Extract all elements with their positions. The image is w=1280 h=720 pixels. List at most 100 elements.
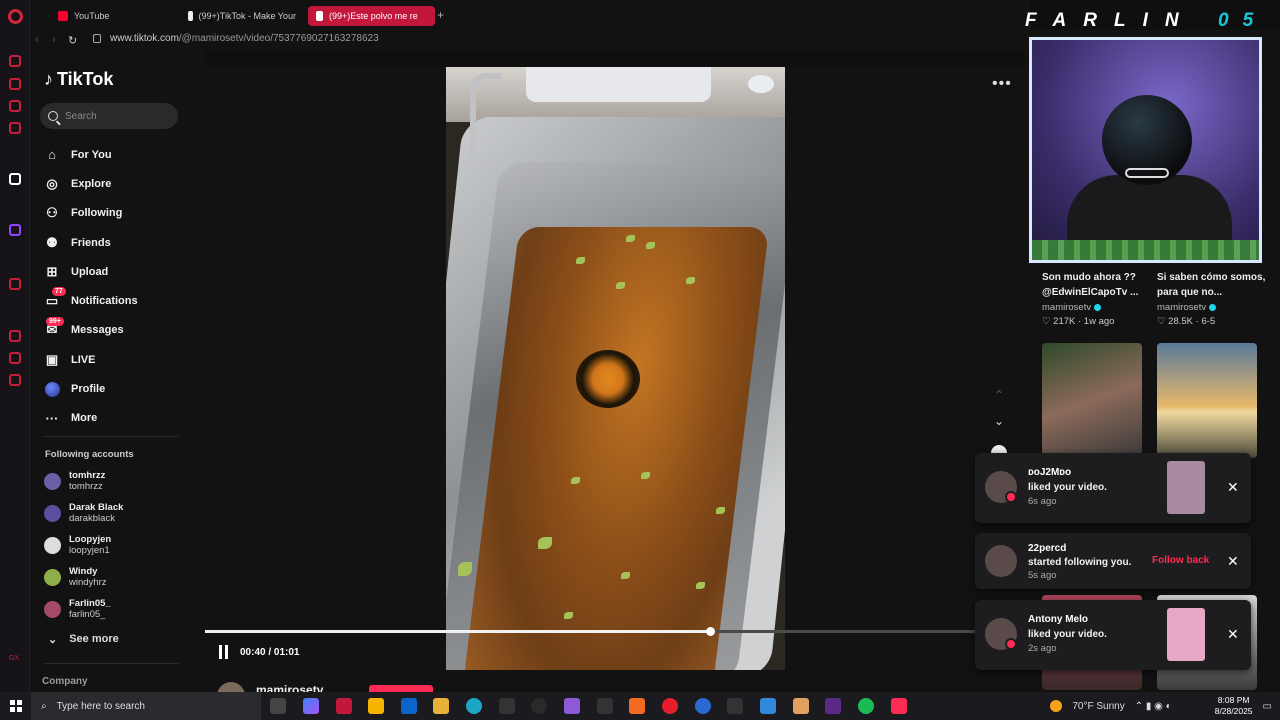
weather-text[interactable]: 70°F Sunny xyxy=(1072,701,1124,712)
recommended-video-card[interactable]: Son mudo ahora ?? @EdwinElCapoTv ... mam… xyxy=(1042,270,1152,327)
search-box[interactable] xyxy=(40,103,178,129)
messenger-icon[interactable] xyxy=(9,100,21,112)
follow-back-button[interactable]: Follow back xyxy=(1152,555,1209,566)
account-handle: darakblack xyxy=(69,513,115,524)
nav-live[interactable]: ▣ LIVE xyxy=(44,345,194,374)
tab-active-video[interactable]: (99+)Este polvo me re xyxy=(308,6,435,26)
photos-icon[interactable] xyxy=(760,698,776,714)
recommended-video-thumbnail[interactable] xyxy=(1157,343,1257,458)
nav-messages[interactable]: ✉ 99+ Messages xyxy=(44,316,194,345)
taskbar-search-placeholder: Type here to search xyxy=(56,700,145,712)
notification-center-icon[interactable]: ▭ xyxy=(1263,701,1272,712)
following-account[interactable]: Windy windyhrz xyxy=(44,566,107,588)
nav-for-you[interactable]: ⌂ For You xyxy=(44,140,194,169)
following-account[interactable]: Darak Black darakblack xyxy=(44,502,123,524)
nav-upload[interactable]: ⊞ Upload xyxy=(44,257,194,286)
task-view-icon[interactable] xyxy=(270,698,286,714)
nav-label: Following xyxy=(71,207,123,220)
notification-toast[interactable]: ᴅᴏJ2Mᴅᴏ liked your video. 6s ago ✕ xyxy=(975,453,1251,523)
nav-friends[interactable]: ⚉ Friends xyxy=(44,228,194,257)
windows-start-icon[interactable] xyxy=(10,700,22,712)
video-progress-bar[interactable] xyxy=(205,627,975,636)
recommended-video-thumbnail[interactable] xyxy=(1042,343,1142,458)
company-link[interactable]: Company xyxy=(42,676,88,687)
edge-icon[interactable] xyxy=(466,698,482,714)
account-handle: windyhrz xyxy=(69,577,107,588)
youtube-music-icon[interactable] xyxy=(662,698,678,714)
tab-youtube[interactable]: YouTube xyxy=(50,6,190,26)
nav-more[interactable]: ··· More xyxy=(44,404,194,433)
capcut-icon[interactable] xyxy=(499,698,515,714)
video-player[interactable] xyxy=(446,67,785,670)
nav-notifications[interactable]: ▭ 77 Notifications xyxy=(44,286,194,315)
browser-icon[interactable] xyxy=(695,698,711,714)
heart-icon xyxy=(1005,491,1017,503)
capcut-icon[interactable] xyxy=(727,698,743,714)
opera-logo-icon[interactable] xyxy=(8,9,23,24)
taskbar-search[interactable]: ⌕ Type here to search xyxy=(31,692,261,720)
following-account[interactable]: tomhrzz tomhrzz xyxy=(44,470,105,492)
player-icon[interactable] xyxy=(9,278,21,290)
avatar xyxy=(44,536,61,554)
opera-gx-taskbar-icon[interactable] xyxy=(336,698,352,714)
new-tab-button[interactable]: + xyxy=(437,8,444,22)
compass-icon: ◎ xyxy=(46,175,58,191)
spotify-icon[interactable] xyxy=(858,698,874,714)
outlook-icon[interactable] xyxy=(401,698,417,714)
reload-button[interactable]: ↻ xyxy=(68,34,77,47)
video-progress-handle[interactable] xyxy=(706,627,715,636)
video-frame-leaf xyxy=(646,242,655,249)
tab-tiktok[interactable]: (99+)TikTok - Make Your xyxy=(180,6,304,26)
previous-video-button[interactable]: ⌃ xyxy=(994,388,1004,402)
following-account[interactable]: Loopyjen loopyjen1 xyxy=(44,534,111,556)
forward-button[interactable]: › xyxy=(52,34,56,46)
settings-icon[interactable] xyxy=(9,374,21,386)
gx-icon[interactable]: GX xyxy=(9,655,21,667)
copilot-icon[interactable] xyxy=(303,698,319,714)
more-options-button[interactable]: ••• xyxy=(992,75,1012,93)
notification-video-thumbnail[interactable] xyxy=(1167,461,1205,514)
avatar xyxy=(44,472,61,490)
nav-following[interactable]: ⚇ Following xyxy=(44,199,194,228)
notification-toast[interactable]: 22percd started following you. 5s ago Fo… xyxy=(975,533,1251,589)
back-button[interactable]: ‹ xyxy=(35,34,39,46)
upload-icon: ⊞ xyxy=(46,263,58,279)
clock[interactable]: 8:08 PM 8/28/2025 xyxy=(1215,695,1253,717)
tray-icons[interactable]: ⌃ ▮ ◉ ◐ xyxy=(1135,701,1205,712)
video-feed: ••• ⌃ ⌄ 00:40 / 01:01 mamirosetv xyxy=(205,67,1025,710)
instagram-icon[interactable] xyxy=(9,122,21,134)
search-input[interactable] xyxy=(65,110,165,122)
nav-profile[interactable]: Profile xyxy=(44,374,194,403)
bag-icon[interactable] xyxy=(9,78,21,90)
close-icon[interactable]: ✕ xyxy=(1227,626,1239,643)
extensions-icon[interactable] xyxy=(9,352,21,364)
following-account[interactable]: Farlin05_ farlin05_ xyxy=(44,598,111,620)
close-icon[interactable]: ✕ xyxy=(1227,553,1239,570)
url-field[interactable]: www.tiktok.com/@mamirosetv/video/7537769… xyxy=(110,33,379,44)
obs-icon[interactable] xyxy=(531,698,547,714)
aria-icon[interactable] xyxy=(9,55,21,67)
tiktok-logo[interactable]: ♪ TikTok xyxy=(44,69,113,90)
recommended-video-card[interactable]: Si saben cómo somos, para que no... mami… xyxy=(1157,270,1267,327)
avatar xyxy=(44,568,61,586)
vlc-icon[interactable] xyxy=(629,698,645,714)
file-explorer-icon[interactable] xyxy=(433,698,449,714)
tiktok-rail-icon[interactable] xyxy=(9,173,21,185)
kick-icon[interactable] xyxy=(825,698,841,714)
notification-video-thumbnail[interactable] xyxy=(1167,608,1205,661)
video-frame-leaf xyxy=(696,582,705,589)
notification-action: liked your video. xyxy=(1028,629,1107,640)
app-icon[interactable] xyxy=(564,698,580,714)
history-icon[interactable] xyxy=(9,330,21,342)
capcut-icon[interactable] xyxy=(597,698,613,714)
next-video-button[interactable]: ⌄ xyxy=(994,414,1004,428)
notification-toast[interactable]: Antony Melo liked your video. 2s ago ✕ xyxy=(975,600,1251,670)
store-icon[interactable] xyxy=(368,698,384,714)
tiktok-taskbar-icon[interactable] xyxy=(891,698,907,714)
nav-explore[interactable]: ◎ Explore xyxy=(44,169,194,198)
see-more-button[interactable]: ⌄ See more xyxy=(48,633,119,646)
twitch-icon[interactable] xyxy=(9,224,21,236)
close-icon[interactable]: ✕ xyxy=(1227,479,1239,496)
app-icon[interactable] xyxy=(793,698,809,714)
pause-button[interactable] xyxy=(219,645,233,659)
